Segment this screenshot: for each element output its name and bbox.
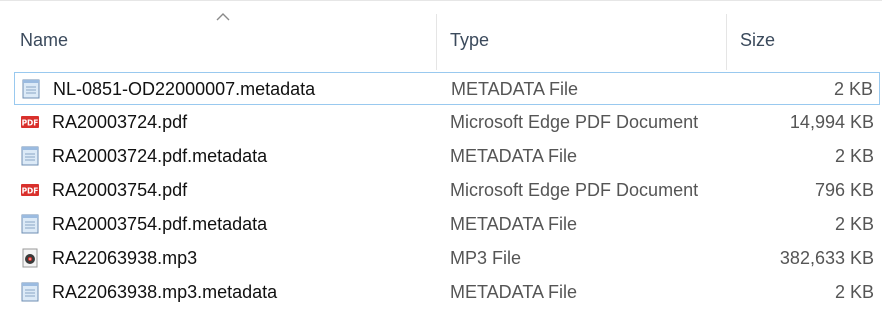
metadata-file-icon (21, 79, 41, 99)
file-size: 14,994 KB (789, 112, 874, 132)
file-type: METADATA File (450, 214, 578, 234)
file-name: RA22063938.mp3 (52, 248, 198, 268)
file-type: Microsoft Edge PDF Document (450, 112, 699, 132)
file-size: 2 KB (833, 79, 873, 99)
file-name: RA20003754.pdf (52, 180, 188, 200)
file-row[interactable]: PDF RA20003754.pdf Microsoft Edge PDF Do… (14, 174, 880, 207)
svg-text:PDF: PDF (22, 119, 39, 128)
file-row[interactable]: RA22063938.mp3 MP3 File 382,633 KB (14, 242, 880, 275)
file-type: Microsoft Edge PDF Document (450, 180, 699, 200)
metadata-file-icon (20, 214, 40, 234)
file-type: MP3 File (450, 248, 522, 268)
file-name: RA20003724.pdf (52, 112, 188, 132)
file-row[interactable]: RA20003724.pdf.metadata METADATA File 2 … (14, 140, 880, 173)
file-name: RA22063938.mp3.metadata (52, 282, 278, 302)
file-row[interactable]: RA20003754.pdf.metadata METADATA File 2 … (14, 208, 880, 241)
chevron-up-icon (216, 13, 230, 21)
file-size: 382,633 KB (779, 248, 874, 268)
column-separator[interactable] (436, 14, 437, 70)
name-column-header[interactable]: Name (20, 30, 68, 51)
file-name: RA20003724.pdf.metadata (52, 146, 268, 166)
mp3-file-icon (20, 248, 40, 268)
file-size: 2 KB (834, 282, 874, 302)
file-size: 796 KB (814, 180, 874, 200)
pdf-file-icon: PDF (20, 180, 40, 200)
file-type: METADATA File (450, 146, 578, 166)
metadata-file-icon (20, 146, 40, 166)
size-column-header[interactable]: Size (740, 30, 775, 51)
file-row[interactable]: RA22063938.mp3.metadata METADATA File 2 … (14, 276, 880, 309)
file-row[interactable]: PDF RA20003724.pdf Microsoft Edge PDF Do… (14, 106, 880, 139)
pdf-file-icon: PDF (20, 112, 40, 132)
type-column-header[interactable]: Type (450, 30, 489, 51)
file-type: METADATA File (450, 282, 578, 302)
column-separator[interactable] (726, 14, 727, 70)
file-row[interactable]: NL-0851-OD22000007.metadata METADATA Fil… (14, 72, 880, 105)
svg-text:PDF: PDF (22, 187, 39, 196)
file-size: 2 KB (834, 146, 874, 166)
column-header-row: Name Type Size (0, 0, 882, 72)
metadata-file-icon (20, 282, 40, 302)
file-size: 2 KB (834, 214, 874, 234)
file-type: METADATA File (451, 79, 579, 99)
file-name: NL-0851-OD22000007.metadata (53, 79, 316, 99)
file-name: RA20003754.pdf.metadata (52, 214, 268, 234)
